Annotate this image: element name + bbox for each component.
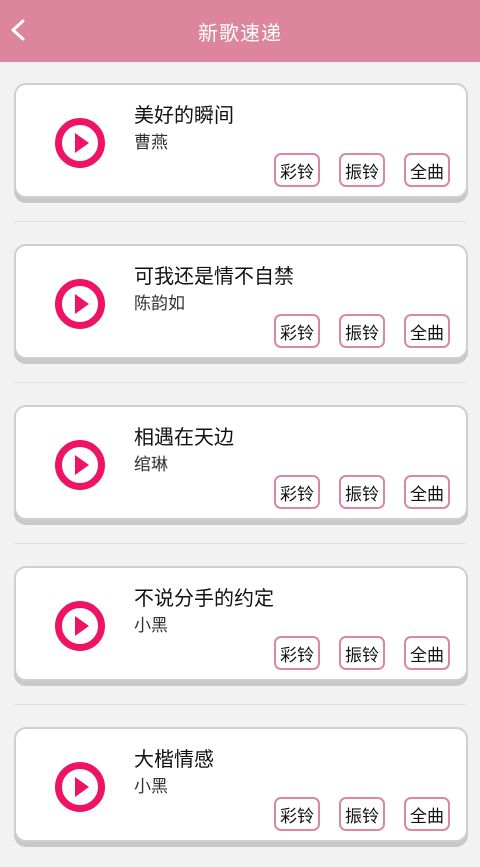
song-card: 美好的瞬间 曹燕 彩铃 振铃 全曲 (14, 83, 468, 198)
song-list: 美好的瞬间 曹燕 彩铃 振铃 全曲 可我还是情不自禁 陈韵如 彩铃 振铃 全曲 (0, 62, 480, 867)
song-artist: 小黑 (134, 777, 168, 797)
title-bar: 新歌速递 (0, 0, 480, 62)
full-song-button[interactable]: 全曲 (404, 475, 450, 509)
song-artist: 曹燕 (134, 133, 168, 153)
play-icon[interactable] (54, 278, 106, 330)
song-artist: 陈韵如 (134, 294, 185, 314)
ringtone-button[interactable]: 振铃 (339, 636, 385, 670)
song-card: 相遇在天边 绾琳 彩铃 振铃 全曲 (14, 405, 468, 520)
song-item: 不说分手的约定 小黑 彩铃 振铃 全曲 (0, 545, 480, 706)
play-icon[interactable] (54, 761, 106, 813)
ringback-tone-button[interactable]: 彩铃 (274, 475, 320, 509)
play-icon[interactable] (54, 600, 106, 652)
divider (14, 704, 466, 705)
song-card: 不说分手的约定 小黑 彩铃 振铃 全曲 (14, 566, 468, 681)
divider (14, 543, 466, 544)
song-title: 美好的瞬间 (134, 103, 234, 127)
ringtone-button[interactable]: 振铃 (339, 314, 385, 348)
ringback-tone-button[interactable]: 彩铃 (274, 797, 320, 831)
ringtone-button[interactable]: 振铃 (339, 797, 385, 831)
song-item: 可我还是情不自禁 陈韵如 彩铃 振铃 全曲 (0, 223, 480, 384)
ringtone-button[interactable]: 振铃 (339, 475, 385, 509)
song-title: 相遇在天边 (134, 425, 234, 449)
back-button[interactable] (4, 12, 32, 48)
song-title: 大楷情感 (134, 747, 214, 771)
song-artist: 小黑 (134, 616, 168, 636)
ringback-tone-button[interactable]: 彩铃 (274, 314, 320, 348)
play-icon[interactable] (54, 117, 106, 169)
song-title: 不说分手的约定 (134, 586, 274, 610)
divider (14, 221, 466, 222)
song-card: 大楷情感 小黑 彩铃 振铃 全曲 (14, 727, 468, 842)
song-title: 可我还是情不自禁 (134, 264, 294, 288)
play-icon[interactable] (54, 439, 106, 491)
full-song-button[interactable]: 全曲 (404, 314, 450, 348)
song-item: 相遇在天边 绾琳 彩铃 振铃 全曲 (0, 384, 480, 545)
ringtone-button[interactable]: 振铃 (339, 153, 385, 187)
divider (14, 382, 466, 383)
song-item: 大楷情感 小黑 彩铃 振铃 全曲 (0, 706, 480, 867)
chevron-left-icon (11, 19, 25, 41)
page-title: 新歌速递 (198, 20, 282, 45)
song-card: 可我还是情不自禁 陈韵如 彩铃 振铃 全曲 (14, 244, 468, 359)
full-song-button[interactable]: 全曲 (404, 797, 450, 831)
song-item: 美好的瞬间 曹燕 彩铃 振铃 全曲 (0, 62, 480, 223)
full-song-button[interactable]: 全曲 (404, 636, 450, 670)
full-song-button[interactable]: 全曲 (404, 153, 450, 187)
song-artist: 绾琳 (134, 455, 168, 475)
ringback-tone-button[interactable]: 彩铃 (274, 153, 320, 187)
ringback-tone-button[interactable]: 彩铃 (274, 636, 320, 670)
